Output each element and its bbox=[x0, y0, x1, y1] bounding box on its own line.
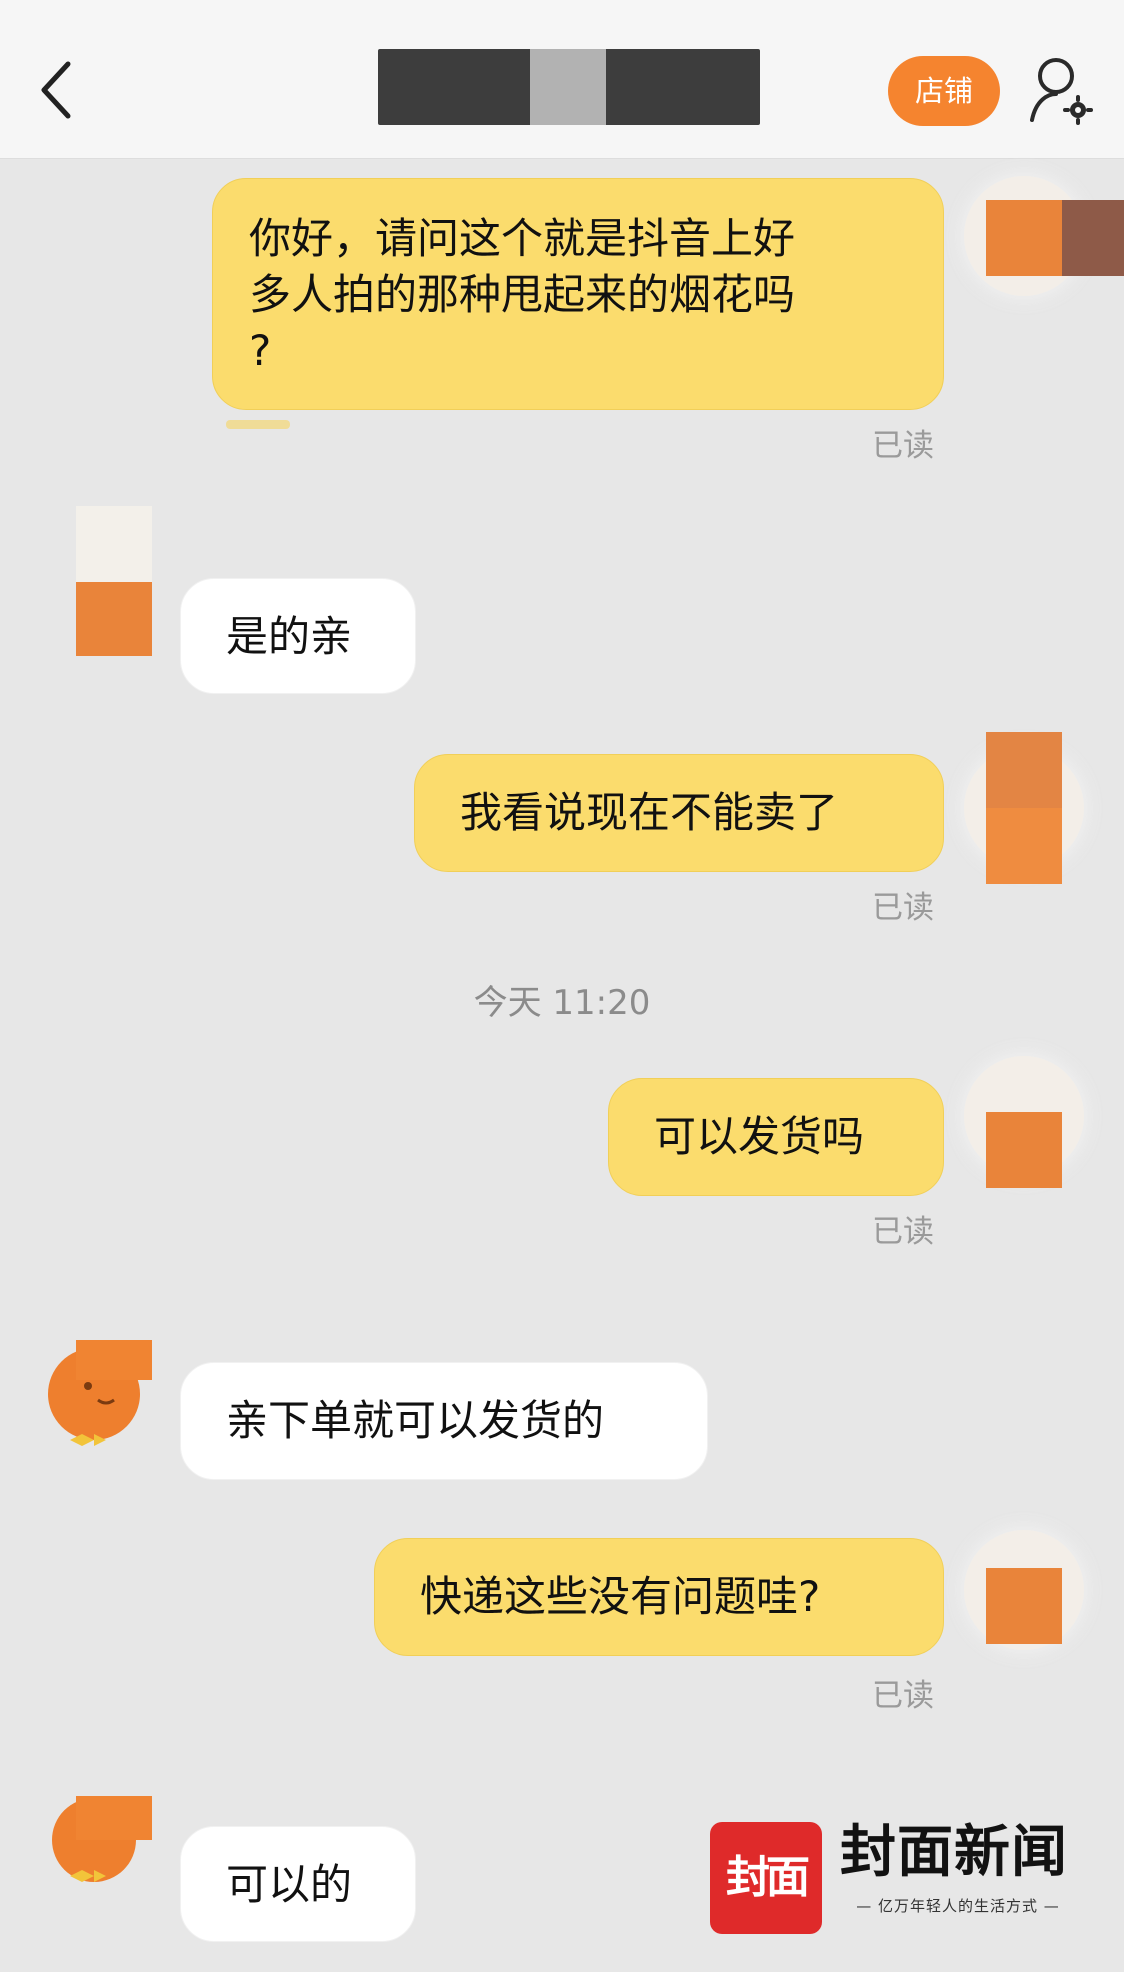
bubble-shadow bbox=[226, 420, 290, 429]
message-bubble-incoming[interactable]: 亲下单就可以发货的 bbox=[180, 1362, 708, 1480]
read-status: 已读 bbox=[872, 890, 934, 926]
message-bubble-outgoing[interactable]: 我看说现在不能卖了 bbox=[414, 754, 944, 872]
message-text: 可以发货吗 bbox=[654, 1112, 865, 1161]
message-bubble-incoming[interactable]: 可以的 bbox=[180, 1826, 416, 1942]
avatar bbox=[986, 200, 1124, 276]
chat-title-redacted bbox=[378, 49, 760, 125]
chevron-left-icon bbox=[41, 61, 71, 119]
read-status: 已读 bbox=[872, 428, 934, 464]
top-bar: 店铺 bbox=[0, 0, 1124, 159]
back-button[interactable] bbox=[34, 58, 84, 122]
watermark-mark: 封面 bbox=[710, 1822, 822, 1934]
read-status: 已读 bbox=[872, 1678, 934, 1714]
timestamp: 今天 11:20 bbox=[473, 983, 651, 1023]
message-text: 是的亲 bbox=[226, 612, 353, 661]
store-button[interactable]: 店铺 bbox=[888, 56, 1000, 126]
avatar bbox=[76, 506, 152, 656]
message-bubble-outgoing[interactable]: 可以发货吗 bbox=[608, 1078, 944, 1196]
avatar bbox=[986, 732, 1062, 884]
watermark-logo: 封面 封面新闻 — 亿万年轻人的生活方式 — bbox=[710, 1818, 1080, 1936]
message-text: 你好，请问这个就是抖音上好 多人拍的那种甩起来的烟花吗 ? bbox=[249, 214, 796, 375]
message-bubble-outgoing[interactable]: 快递这些没有问题哇? bbox=[374, 1538, 944, 1656]
chat-title bbox=[378, 49, 760, 125]
watermark-name: 封面新闻 bbox=[840, 1820, 1068, 1885]
read-status: 已读 bbox=[872, 1214, 934, 1250]
message-bubble-incoming[interactable]: 是的亲 bbox=[180, 578, 416, 694]
mascot-avatar-icon bbox=[52, 1796, 152, 1882]
message-text: 可以的 bbox=[226, 1860, 353, 1909]
message-text: 快递这些没有问题哇? bbox=[420, 1572, 821, 1621]
avatar bbox=[986, 1568, 1062, 1644]
message-bubble-outgoing[interactable]: 你好，请问这个就是抖音上好 多人拍的那种甩起来的烟花吗 ? bbox=[212, 178, 944, 410]
avatar bbox=[986, 1112, 1062, 1188]
user-settings-icon bbox=[1030, 58, 1093, 125]
avatar bbox=[36, 1340, 152, 1456]
avatar bbox=[36, 1796, 152, 1892]
mascot-avatar-icon bbox=[48, 1340, 152, 1446]
message-text: 亲下单就可以发货的 bbox=[226, 1396, 605, 1445]
watermark-tagline: — 亿万年轻人的生活方式 — bbox=[856, 1897, 1060, 1915]
user-settings-button[interactable] bbox=[1028, 54, 1094, 126]
message-text: 我看说现在不能卖了 bbox=[460, 788, 839, 837]
